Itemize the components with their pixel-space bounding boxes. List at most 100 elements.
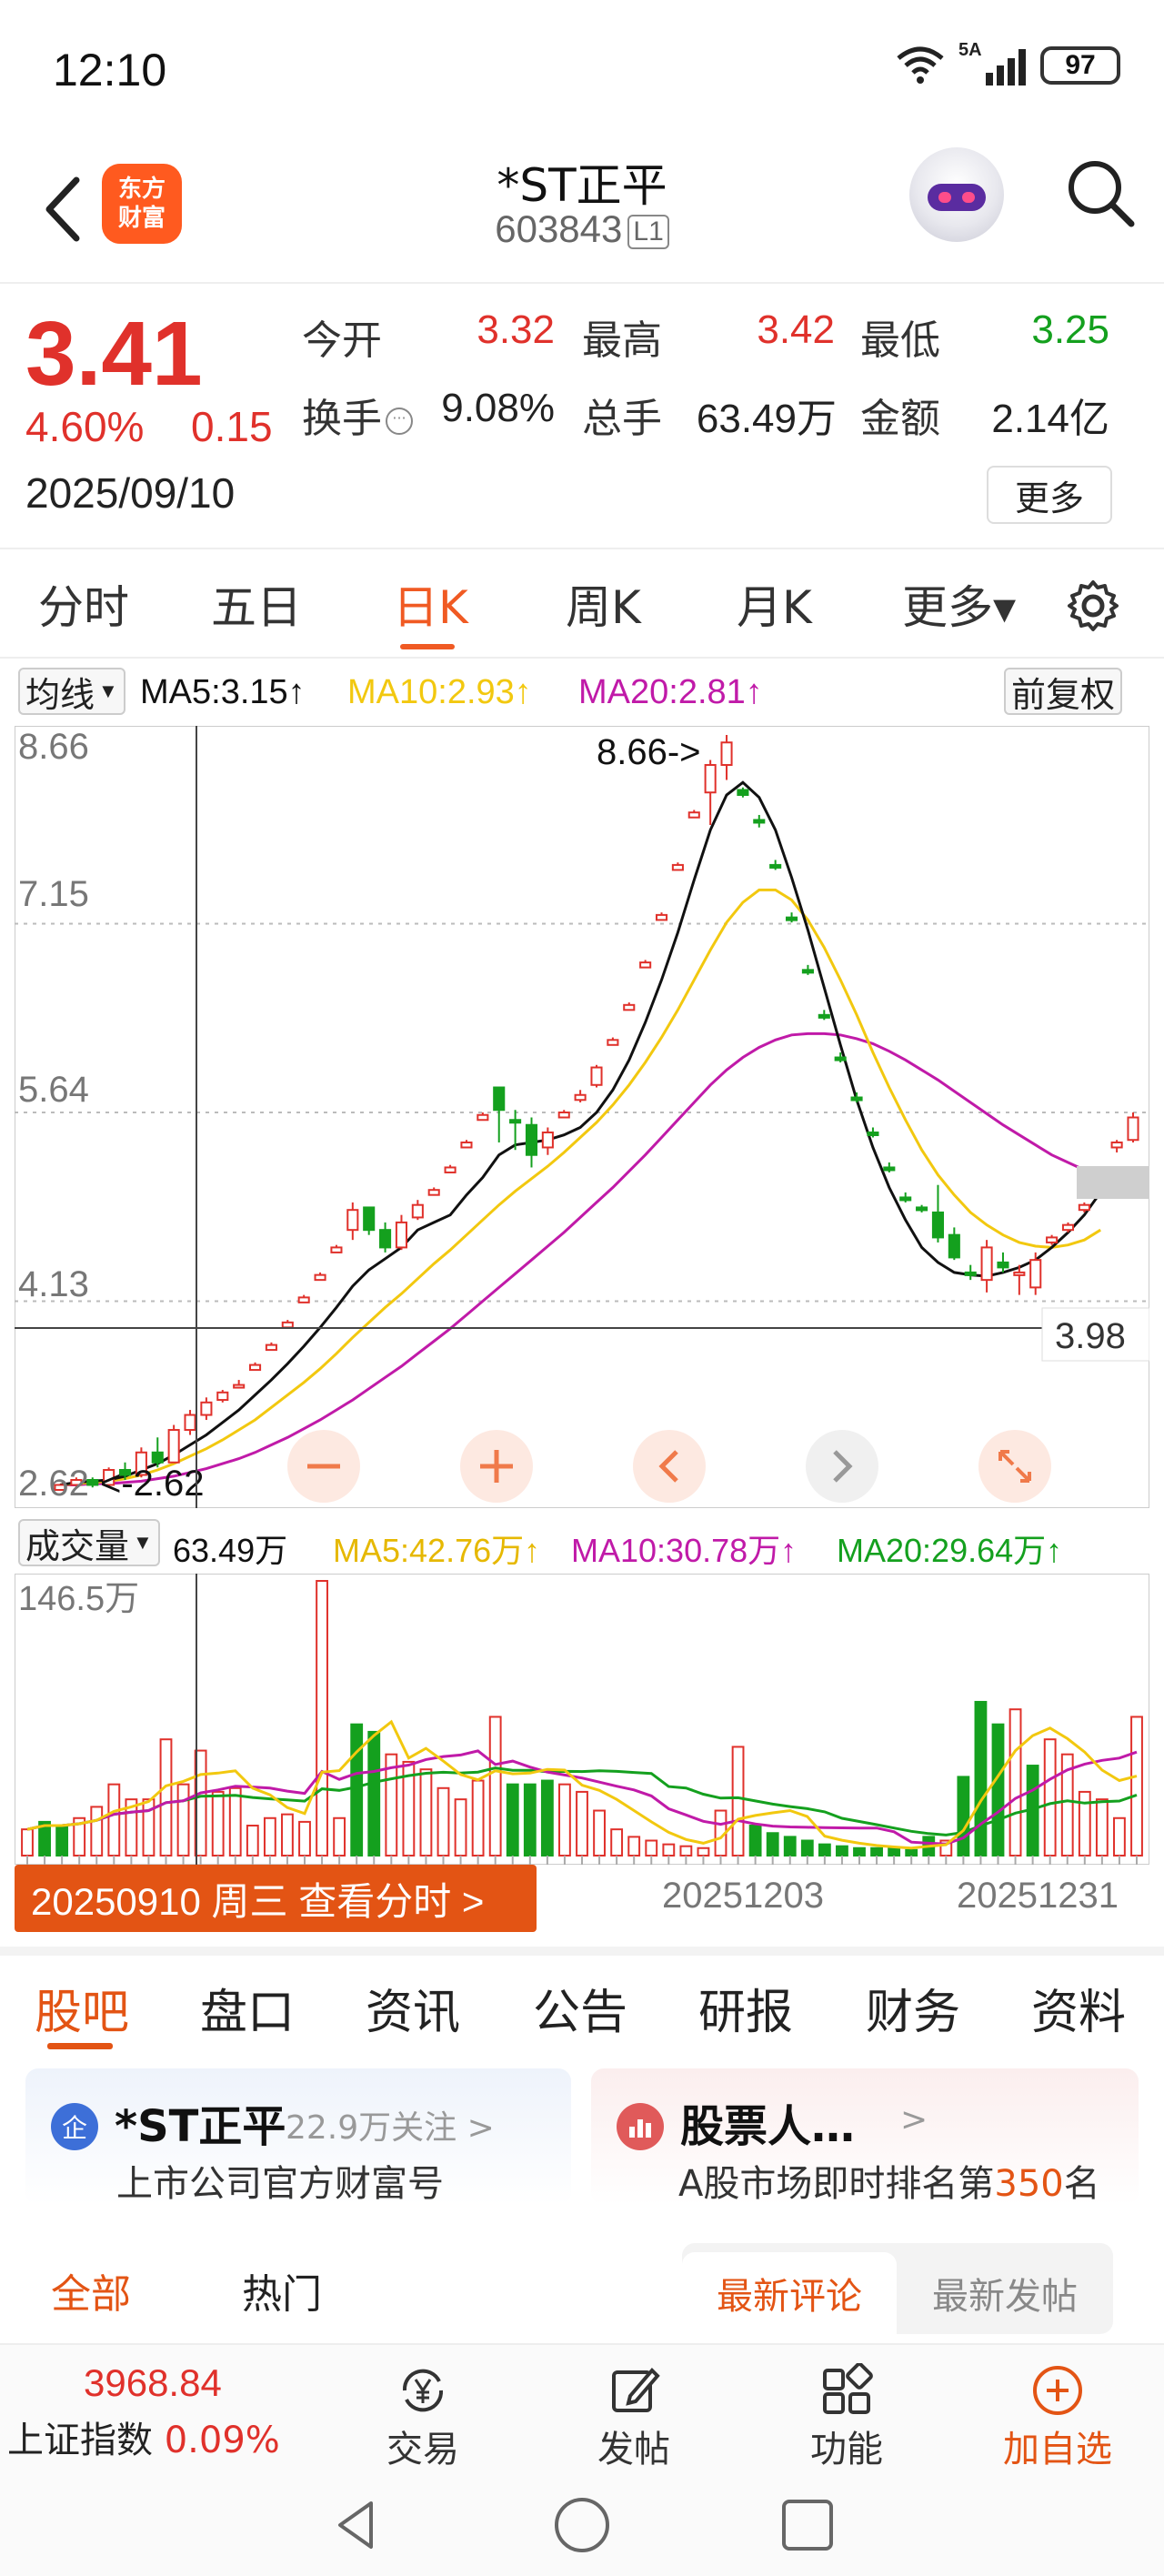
tab-more-periods[interactable]: 更多▾ bbox=[902, 571, 1016, 637]
nav-add-watchlist[interactable]: 加自选 bbox=[989, 2345, 1126, 2472]
tab-monthly-k[interactable]: 月K bbox=[737, 571, 812, 637]
nav-functions[interactable]: 功能 bbox=[778, 2345, 915, 2472]
sort-latest-comment[interactable]: 最新评论 bbox=[682, 2252, 897, 2334]
ai-assistant-robot-icon[interactable] bbox=[909, 147, 1004, 242]
card-subtitle: 上市公司官方财富号 bbox=[116, 2163, 444, 2205]
tab-daily-k[interactable]: 日K bbox=[393, 571, 468, 637]
tab-five-day[interactable]: 五日 bbox=[211, 571, 302, 637]
volume-indicator-select[interactable]: 成交量 ▼ bbox=[18, 1519, 160, 1566]
grid-apps-icon bbox=[823, 2363, 873, 2414]
candle-body bbox=[395, 1221, 407, 1249]
ranking-suffix: 名 bbox=[1063, 2163, 1100, 2205]
index-name: 上证指数 bbox=[7, 2420, 153, 2461]
volume-bar bbox=[576, 1790, 588, 1857]
vol-ma5-legend: MA5:42.76万↑ bbox=[333, 1532, 541, 1569]
volume-bar bbox=[888, 1846, 901, 1857]
bar-chart-icon bbox=[617, 2103, 664, 2150]
nav-label: 发帖 bbox=[597, 2429, 670, 2470]
system-recents-icon[interactable] bbox=[778, 2496, 837, 2554]
ma10-legend: MA10:2.93↑ bbox=[347, 673, 532, 711]
tab-weekly-k[interactable]: 周K bbox=[566, 571, 641, 637]
volume-chart[interactable]: 146.5万 bbox=[15, 1574, 1149, 1865]
tab-intraday[interactable]: 分时 bbox=[38, 571, 129, 637]
stock-ranking-card[interactable]: 股票人… > A股市场即时排名第350名 bbox=[591, 2068, 1139, 2205]
ma5-legend: MA5:3.15↑ bbox=[140, 673, 306, 711]
candle-body bbox=[786, 916, 798, 921]
candle-body bbox=[346, 1209, 359, 1232]
battery-icon: 97 bbox=[1040, 46, 1120, 85]
nav-trade[interactable]: 交易 bbox=[355, 2345, 491, 2472]
tab-news[interactable]: 资讯 bbox=[366, 1974, 460, 2042]
open-label: 今开 bbox=[302, 317, 382, 364]
period-tabs: 分时 五日 日K 周K 月K 更多▾ bbox=[0, 549, 1164, 657]
candle-body bbox=[444, 1166, 457, 1173]
candle-body bbox=[525, 1123, 538, 1156]
volume-bar bbox=[610, 1828, 624, 1857]
turnover-label[interactable]: 换手 ··· bbox=[302, 386, 413, 444]
volume-legend-row: 成交量 ▼ 63.49万 MA5:42.76万↑ MA10:30.78万↑ MA2… bbox=[0, 1515, 1164, 1569]
volume-bar bbox=[627, 1836, 641, 1857]
ranking-number: 350 bbox=[994, 2163, 1064, 2205]
signal-icon: 5A bbox=[958, 40, 1026, 86]
candle-body bbox=[655, 913, 668, 921]
stock-header: 东方 财富 *ST正平 603843 L1 bbox=[0, 136, 1164, 282]
official-account-card[interactable]: 企 *ST正平 22.9万关注 > 上市公司官方财富号 bbox=[25, 2068, 571, 2205]
system-back-icon[interactable] bbox=[327, 2496, 386, 2554]
tab-order-book[interactable]: 盘口 bbox=[200, 1974, 295, 2042]
volume-bar bbox=[55, 1825, 69, 1857]
search-icon[interactable] bbox=[1062, 155, 1139, 231]
change-percent: 4.60% bbox=[25, 403, 145, 450]
volume-bar bbox=[748, 1825, 762, 1857]
card-title: 股票人… bbox=[680, 2101, 856, 2152]
volume-bar bbox=[800, 1839, 814, 1857]
volume-bar bbox=[1008, 1708, 1022, 1857]
adjust-mode-button[interactable]: 前复权 bbox=[1004, 668, 1123, 715]
volume-bar bbox=[662, 1843, 676, 1857]
volume-bar bbox=[316, 1580, 328, 1857]
y-tick-label: 2.62 bbox=[18, 1464, 89, 1504]
candle-body bbox=[964, 1271, 977, 1276]
volume-bar bbox=[540, 1779, 554, 1857]
filter-all[interactable]: 全部 bbox=[51, 2261, 131, 2319]
filter-hot[interactable]: 热门 bbox=[242, 2261, 322, 2319]
volume-bar bbox=[957, 1776, 970, 1857]
amount-value: 2.14亿 bbox=[991, 397, 1109, 441]
divider bbox=[0, 1947, 1164, 1956]
zoom-in-button[interactable] bbox=[460, 1430, 533, 1503]
kline-chart[interactable]: 8.66 7.15 5.64 4.13 2.62 8.66-> <-2.62 3… bbox=[15, 726, 1149, 1508]
candle-body bbox=[574, 1093, 587, 1102]
candle-body bbox=[704, 763, 717, 794]
x-date-label: 20251231 bbox=[957, 1876, 1119, 1916]
system-home-icon[interactable] bbox=[553, 2496, 611, 2554]
index-label: 上证指数 0.09% bbox=[7, 2410, 280, 2463]
tab-financials[interactable]: 财务 bbox=[866, 1974, 960, 2042]
fullscreen-button[interactable] bbox=[978, 1430, 1051, 1503]
tab-research[interactable]: 研报 bbox=[698, 1974, 793, 2042]
crosshair-value: 3.98 bbox=[1055, 1316, 1126, 1356]
amount-label: 金额 bbox=[860, 396, 940, 442]
info-dots-icon[interactable]: ··· bbox=[386, 408, 413, 435]
tab-profile[interactable]: 资料 bbox=[1031, 1974, 1126, 2042]
volume-bar bbox=[905, 1848, 918, 1857]
candle-body bbox=[477, 1113, 489, 1122]
prev-button[interactable] bbox=[633, 1430, 706, 1503]
quote-panel: 3.41 4.60% 0.15 2025/09/10 今开 3.32 最高 3.… bbox=[0, 284, 1164, 548]
tab-announcements[interactable]: 公告 bbox=[533, 1974, 627, 2042]
next-button[interactable] bbox=[806, 1430, 878, 1503]
volume-bar bbox=[766, 1832, 779, 1857]
nav-label: 交易 bbox=[386, 2429, 459, 2470]
gear-icon[interactable] bbox=[1064, 577, 1122, 635]
view-intraday-badge[interactable]: 20250910 周三 查看分时 > bbox=[15, 1865, 537, 1932]
x-date-label: 20251203 bbox=[662, 1876, 824, 1916]
indicator-select[interactable]: 均线 ▼ bbox=[18, 668, 125, 715]
sort-latest-post[interactable]: 最新发帖 bbox=[897, 2252, 1113, 2334]
volume-bar bbox=[350, 1723, 364, 1857]
candle-body bbox=[818, 1013, 830, 1019]
zoom-out-button[interactable] bbox=[287, 1430, 360, 1503]
candle-body bbox=[379, 1229, 392, 1249]
more-quote-button[interactable]: 更多 bbox=[987, 466, 1112, 524]
candle-body bbox=[883, 1166, 896, 1172]
status-icons: 5A 97 bbox=[895, 40, 1120, 86]
nav-post[interactable]: 发帖 bbox=[566, 2345, 702, 2472]
tab-guba[interactable]: 股吧 bbox=[35, 1974, 129, 2042]
